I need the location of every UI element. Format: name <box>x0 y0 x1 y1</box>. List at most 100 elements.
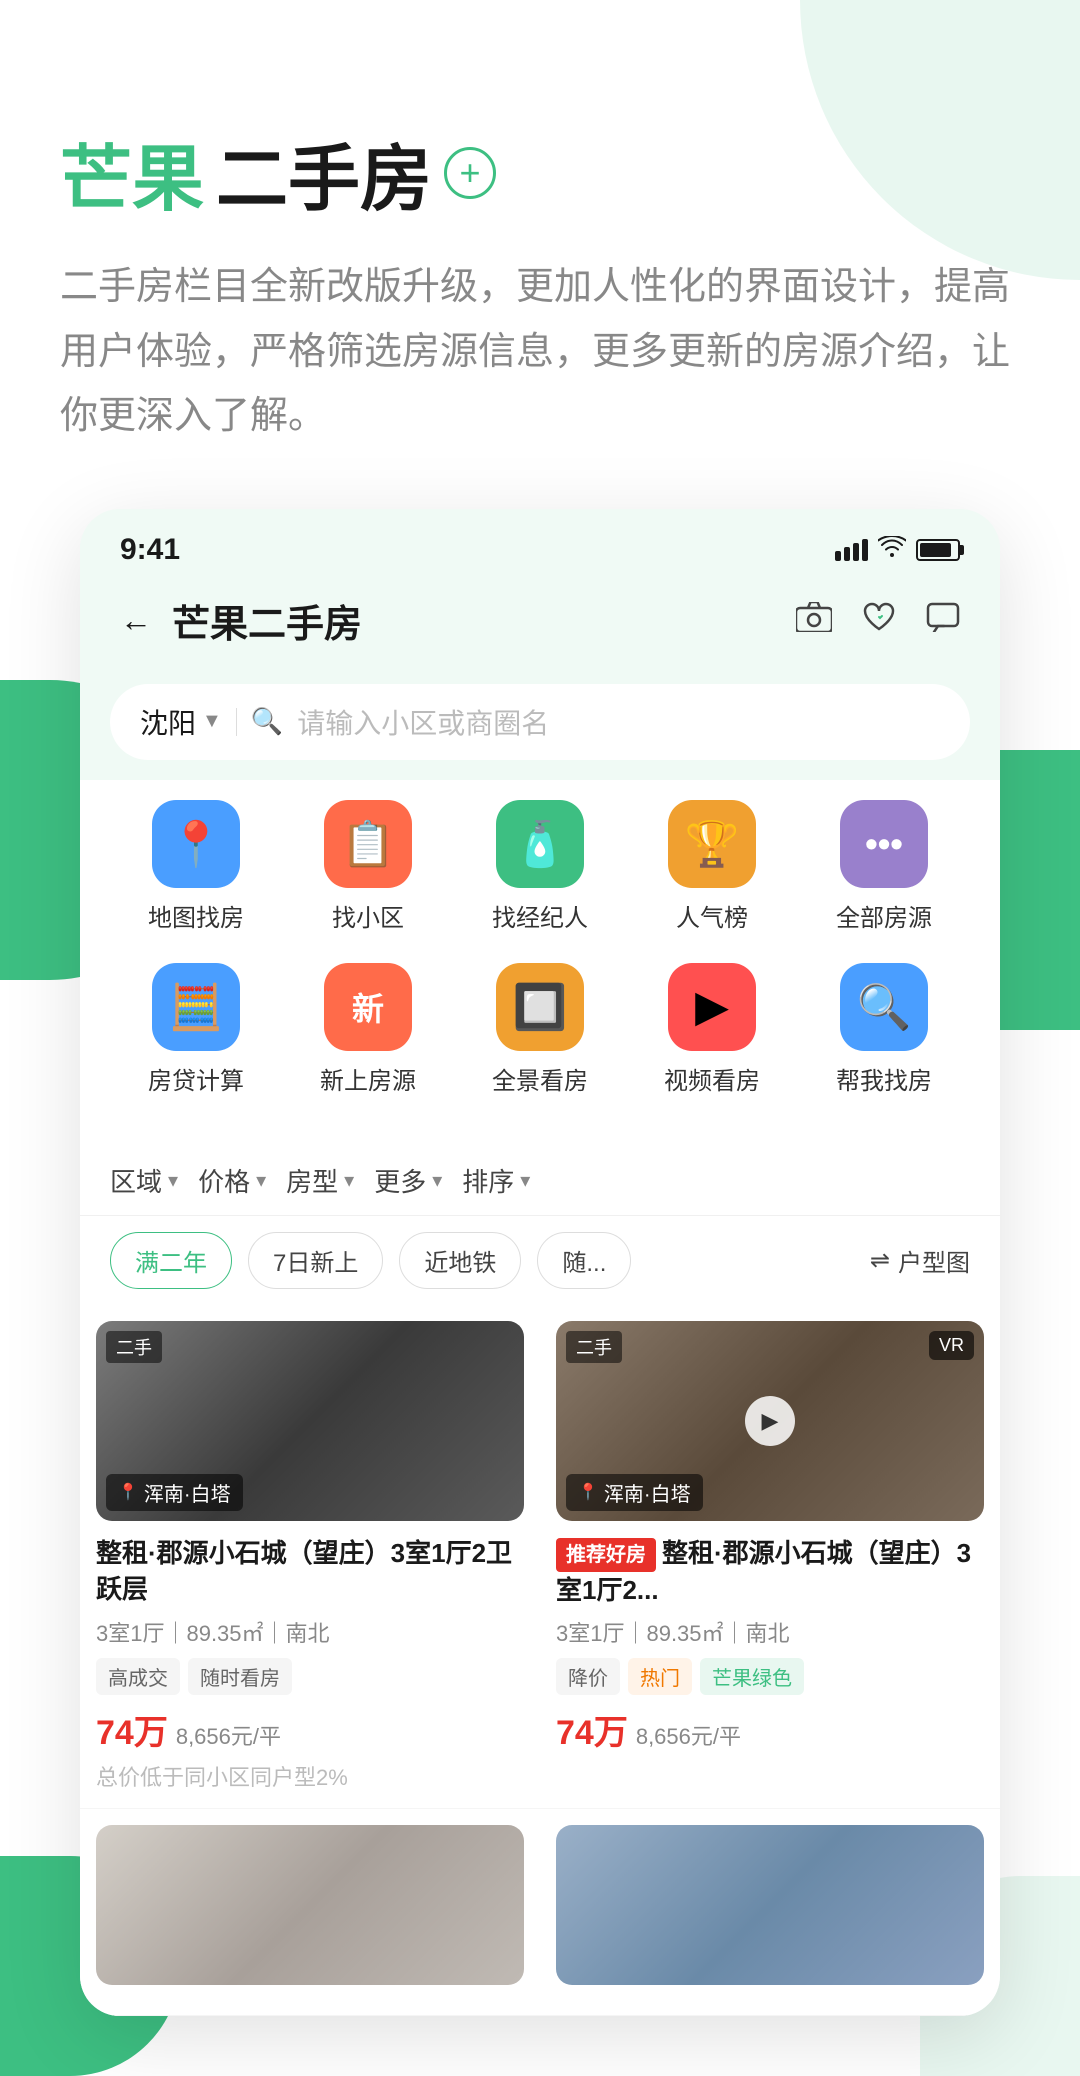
signal-icon <box>835 539 868 561</box>
new-icon: 新 <box>324 963 412 1051</box>
listing-badge-1: 📍 浑南·白塔 <box>106 1474 243 1511</box>
status-time: 9:41 <box>120 533 180 567</box>
community-icon: 📋 <box>324 800 412 888</box>
map-icon: 📍 <box>152 800 240 888</box>
category-community-label: 找小区 <box>332 898 404 933</box>
listing-card-3[interactable] <box>80 1809 540 2016</box>
category-agent[interactable]: 🧴 找经纪人 <box>480 800 600 933</box>
listing-image-1: 📍 浑南·白塔 二手 <box>96 1321 524 1521</box>
listing-image-2: ▶ VR 📍 浑南·白塔 二手 <box>556 1321 984 1521</box>
tags-bar: 满二年 7日新上 近地铁 随... ⇌ 户型图 <box>80 1216 1000 1305</box>
listing-info-2: 3室1厅｜89.35㎡｜南北 <box>556 1616 984 1648</box>
category-all-label: 全部房源 <box>836 898 932 933</box>
city-name: 沈阳 <box>140 702 196 742</box>
camera-icon[interactable] <box>796 599 832 641</box>
category-calc-label: 房贷计算 <box>148 1061 244 1096</box>
app-header-title: 芒果二手房 <box>172 593 362 648</box>
price-per-1: 8,656元/平 <box>176 1719 281 1751</box>
filter-type[interactable]: 房型 ▾ <box>286 1162 354 1199</box>
tag-price-drop: 降价 <box>556 1658 620 1695</box>
second-hand-badge-2: 二手 <box>566 1331 622 1363</box>
category-video-label: 视频看房 <box>664 1061 760 1096</box>
play-button-2[interactable]: ▶ <box>745 1396 795 1446</box>
heart-icon[interactable] <box>862 599 896 641</box>
price-note-1: 总价低于同小区同户型2% <box>96 1760 524 1792</box>
title-black-text: 二手房 <box>216 120 432 225</box>
category-row-2: 🧮 房贷计算 新 新上房源 🔲 全景看房 <box>110 963 970 1096</box>
listing-price-1: 74万 8,656元/平 <box>96 1705 524 1754</box>
listing-info-1: 3室1厅｜89.35㎡｜南北 <box>96 1616 524 1648</box>
price-main-1: 74万 <box>96 1705 168 1754</box>
category-agent-label: 找经纪人 <box>492 898 588 933</box>
category-map[interactable]: 📍 地图找房 <box>136 800 256 933</box>
tag-hot: 热门 <box>628 1658 692 1695</box>
filter-price[interactable]: 价格 ▾ <box>198 1162 266 1199</box>
category-panorama[interactable]: 🔲 全景看房 <box>480 963 600 1096</box>
page-description: 二手房栏目全新改版升级，更加人性化的界面设计，提高用户体验，严格筛选房源信息，更… <box>60 255 1020 449</box>
filter-bar: 区域 ▾ 价格 ▾ 房型 ▾ 更多 ▾ 排序 ▾ <box>80 1146 1000 1216</box>
category-help-label: 帮我找房 <box>836 1061 932 1096</box>
recommended-badge: 推荐好房 <box>556 1538 656 1572</box>
filter-area[interactable]: 区域 ▾ <box>110 1162 178 1199</box>
search-bar[interactable]: 沈阳 ▼ 🔍 请输入小区或商圈名 <box>110 684 970 760</box>
floor-plan-button[interactable]: ⇌ 户型图 <box>870 1243 970 1278</box>
search-icon: 🔍 <box>251 706 283 737</box>
category-map-label: 地图找房 <box>148 898 244 933</box>
filter-area-arrow: ▾ <box>168 1168 178 1193</box>
search-divider <box>236 708 237 736</box>
vr-badge-2: VR <box>929 1331 974 1360</box>
filter-type-arrow: ▾ <box>344 1168 354 1193</box>
listing-grid: 📍 浑南·白塔 二手 整租·郡源小石城（望庄）3室1厅2卫 跃层 3室1厅｜89… <box>80 1305 1000 2016</box>
listing-price-2: 74万 8,656元/平 <box>556 1705 984 1754</box>
search-bar-container: 沈阳 ▼ 🔍 请输入小区或商圈名 <box>80 668 1000 780</box>
category-row-1: 📍 地图找房 📋 找小区 🧴 找经纪人 <box>110 800 970 933</box>
category-calc[interactable]: 🧮 房贷计算 <box>136 963 256 1096</box>
back-button[interactable]: ← <box>120 602 152 639</box>
listing-card-2[interactable]: ▶ VR 📍 浑南·白塔 二手 推荐好房整租·郡源小石城（望庄）3室1厅2...… <box>540 1305 1000 1809</box>
category-grid: 📍 地图找房 📋 找小区 🧴 找经纪人 <box>80 780 1000 1146</box>
category-panorama-label: 全景看房 <box>492 1061 588 1096</box>
price-per-2: 8,656元/平 <box>636 1719 741 1751</box>
category-new[interactable]: 新 新上房源 <box>308 963 428 1096</box>
battery-icon <box>916 539 960 561</box>
category-community[interactable]: 📋 找小区 <box>308 800 428 933</box>
phone-mockup: 9:41 <box>80 509 1000 2016</box>
listing-card-1[interactable]: 📍 浑南·白塔 二手 整租·郡源小石城（望庄）3室1厅2卫 跃层 3室1厅｜89… <box>80 1305 540 1809</box>
city-dropdown-icon: ▼ <box>202 710 222 733</box>
city-selector[interactable]: 沈阳 ▼ <box>140 702 222 742</box>
listing-card-4[interactable] <box>540 1809 1000 2016</box>
listing-image-4 <box>556 1825 984 1985</box>
tag-two-years[interactable]: 满二年 <box>110 1232 232 1289</box>
all-icon: ••• <box>840 800 928 888</box>
floor-plan-icon: ⇌ <box>870 1246 890 1275</box>
category-help[interactable]: 🔍 帮我找房 <box>824 963 944 1096</box>
video-icon: ▶ <box>668 963 756 1051</box>
category-popular[interactable]: 🏆 人气榜 <box>652 800 772 933</box>
popular-icon: 🏆 <box>668 800 756 888</box>
tag-misc[interactable]: 随... <box>537 1232 631 1289</box>
panorama-icon: 🔲 <box>496 963 584 1051</box>
listing-tags-1: 高成交 随时看房 <box>96 1658 524 1695</box>
listing-badge-2: 📍 浑南·白塔 <box>566 1474 703 1511</box>
filter-sort[interactable]: 排序 ▾ <box>462 1162 530 1199</box>
plus-circle-icon[interactable]: + <box>444 147 496 199</box>
tag-anytime: 随时看房 <box>188 1658 292 1695</box>
filter-sort-arrow: ▾ <box>520 1168 530 1193</box>
search-input[interactable]: 请输入小区或商圈名 <box>297 702 549 742</box>
category-popular-label: 人气榜 <box>676 898 748 933</box>
app-header: ← 芒果二手房 <box>80 577 1000 668</box>
second-hand-badge-1: 二手 <box>106 1331 162 1363</box>
tag-subway[interactable]: 近地铁 <box>399 1232 521 1289</box>
category-video[interactable]: ▶ 视频看房 <box>652 963 772 1096</box>
category-all[interactable]: ••• 全部房源 <box>824 800 944 933</box>
tag-7days[interactable]: 7日新上 <box>248 1232 383 1289</box>
filter-more[interactable]: 更多 ▾ <box>374 1162 442 1199</box>
tag-mango-green: 芒果绿色 <box>700 1658 804 1695</box>
filter-more-arrow: ▾ <box>432 1168 442 1193</box>
listing-title-2: 推荐好房整租·郡源小石城（望庄）3室1厅2... <box>556 1535 984 1609</box>
tag-high-deal: 高成交 <box>96 1658 180 1695</box>
help-icon: 🔍 <box>840 963 928 1051</box>
message-icon[interactable] <box>926 599 960 641</box>
wifi-icon <box>878 534 906 565</box>
calc-icon: 🧮 <box>152 963 240 1051</box>
